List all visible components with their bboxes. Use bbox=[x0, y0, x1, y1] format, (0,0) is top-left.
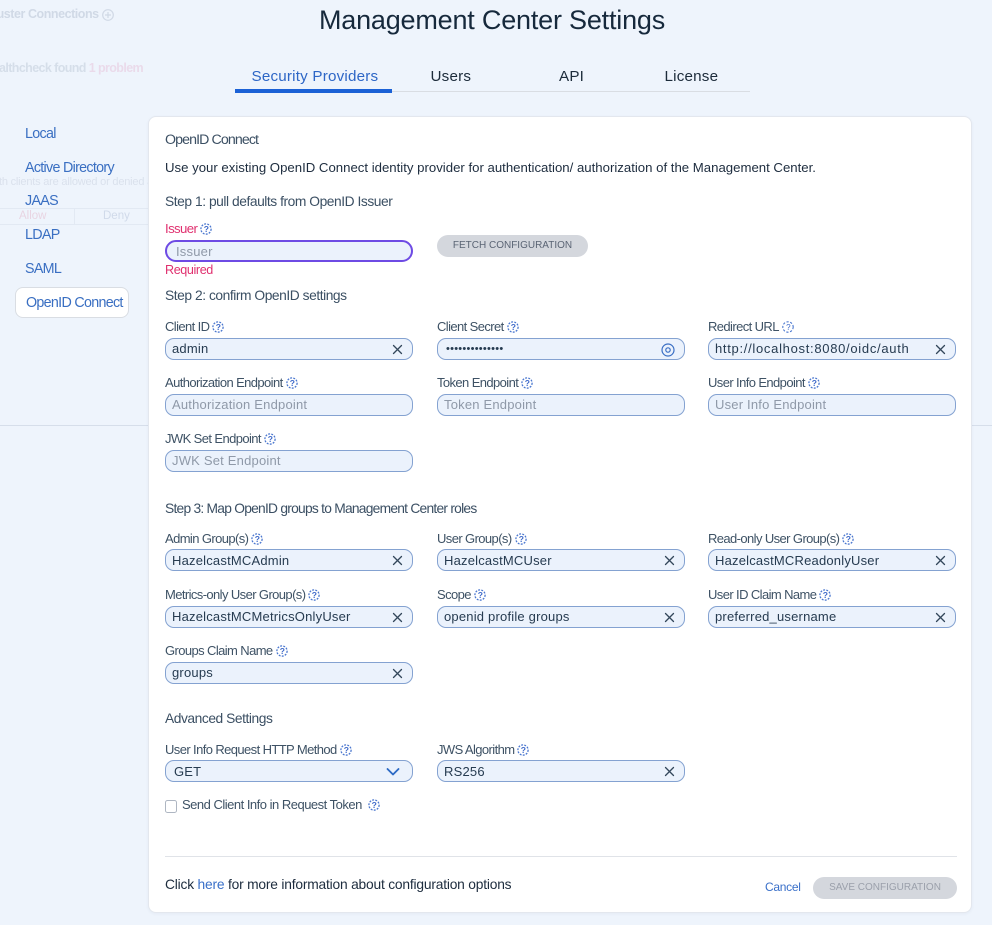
svg-text:?: ? bbox=[525, 378, 530, 388]
svg-text:?: ? bbox=[518, 534, 523, 544]
svg-text:?: ? bbox=[846, 534, 851, 544]
svg-text:?: ? bbox=[510, 322, 515, 332]
svg-text:?: ? bbox=[823, 590, 828, 600]
svg-text:?: ? bbox=[372, 800, 377, 810]
svg-text:?: ? bbox=[216, 322, 221, 332]
svg-text:?: ? bbox=[343, 745, 348, 755]
svg-text:?: ? bbox=[289, 378, 294, 388]
svg-text:?: ? bbox=[478, 590, 483, 600]
svg-text:?: ? bbox=[521, 745, 526, 755]
svg-text:?: ? bbox=[786, 323, 791, 332]
svg-text:?: ? bbox=[312, 590, 317, 600]
svg-text:?: ? bbox=[812, 378, 817, 388]
svg-text:?: ? bbox=[279, 646, 284, 656]
svg-text:?: ? bbox=[255, 534, 260, 544]
svg-text:?: ? bbox=[204, 224, 209, 234]
svg-text:?: ? bbox=[268, 434, 273, 444]
